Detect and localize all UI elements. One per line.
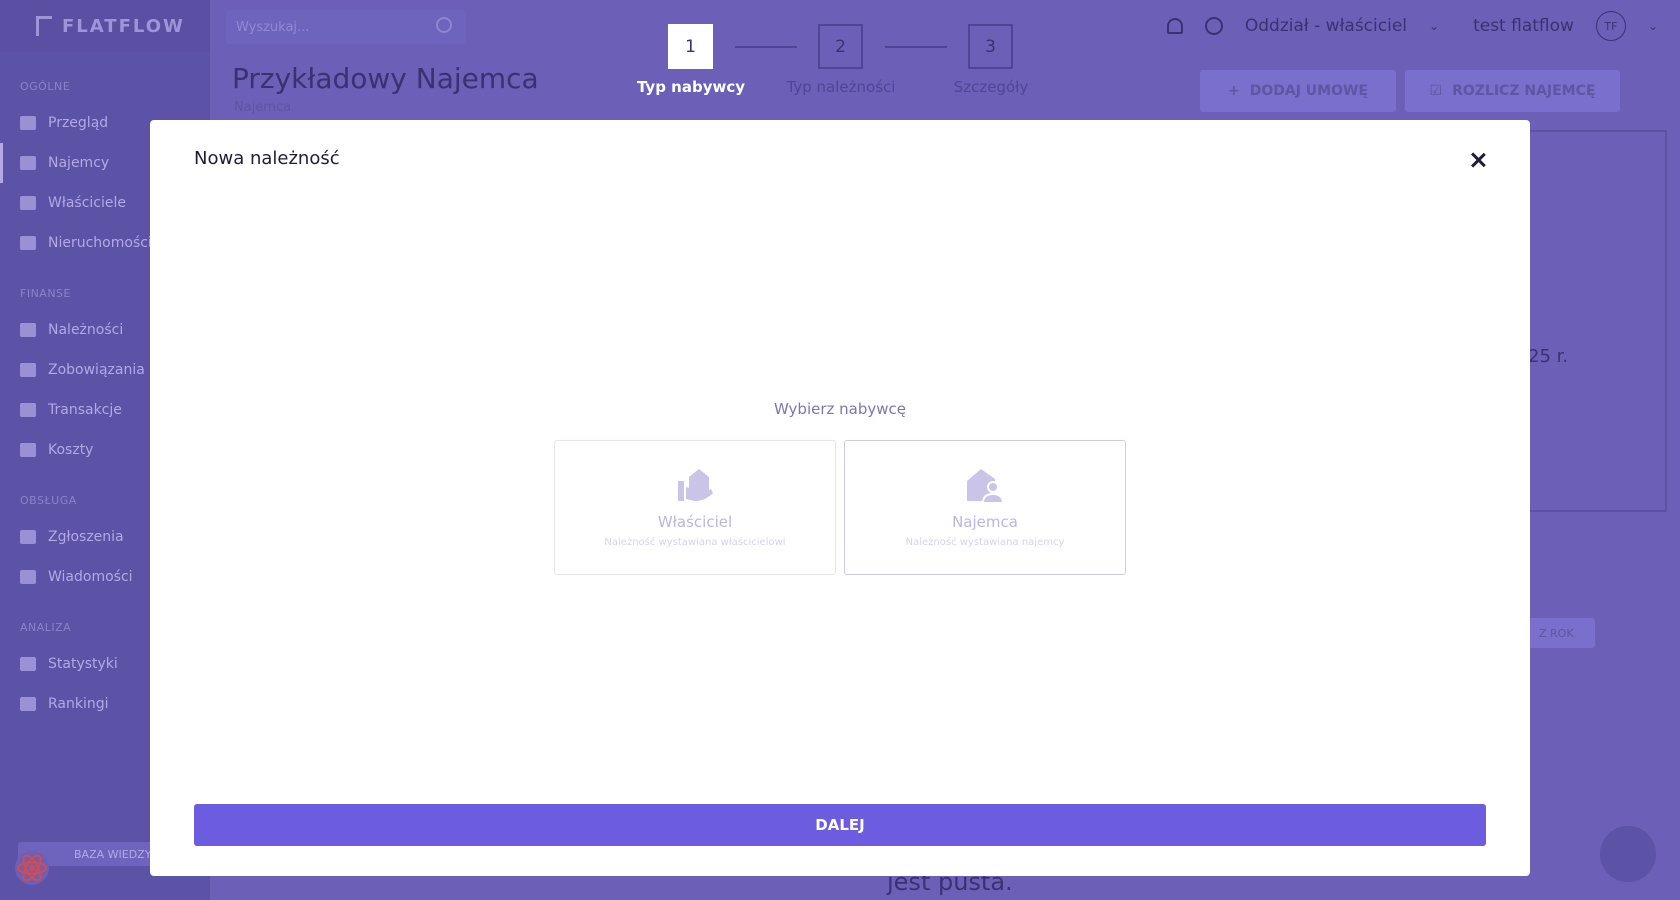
- logo-text: FLATFLOW: [62, 15, 185, 37]
- option-description: Należność wystawiana najemcy: [905, 537, 1065, 548]
- branch-selector[interactable]: Oddział - właściciel: [1245, 16, 1407, 36]
- stats-icon: [20, 657, 36, 671]
- step-number: 1: [668, 24, 713, 69]
- chevron-down-icon[interactable]: ⌄: [1648, 19, 1658, 33]
- stepper: 1 Typ nabywcy 2 Typ należności 3 Szczegó…: [637, 24, 1040, 100]
- tools-icon: [20, 530, 36, 544]
- sidebar-item-label: Nieruchomości: [48, 235, 152, 251]
- step-connector: [885, 46, 947, 48]
- page-subtitle: Najemca: [234, 100, 292, 115]
- tenants-icon: [20, 156, 36, 170]
- sidebar-item-label: Statystyki: [48, 656, 118, 672]
- sidebar-item-label: Zobowiązania: [48, 362, 145, 378]
- option-title: Właściciel: [657, 513, 733, 531]
- option-tenant[interactable]: Najemca Należność wystawiana najemcy: [844, 440, 1126, 575]
- step-label: Typ nabywcy: [636, 78, 746, 96]
- add-contract-button[interactable]: + DODAJ UMOWĘ: [1200, 70, 1396, 112]
- sidebar-item-label: Zgłoszenia: [48, 529, 124, 545]
- step-2: 2 Typ należności: [787, 24, 895, 96]
- owner-icon: [678, 469, 713, 501]
- user-name[interactable]: test flatflow: [1473, 16, 1574, 36]
- add-contract-label: DODAJ UMOWĘ: [1249, 83, 1368, 99]
- page-title: Przykładowy Najemca: [232, 62, 539, 95]
- rankings-icon: [20, 697, 36, 711]
- close-icon[interactable]: [1464, 146, 1492, 174]
- step-number: 2: [818, 24, 863, 69]
- sidebar-item-label: Właściciele: [48, 195, 126, 211]
- avatar[interactable]: TF: [1595, 11, 1626, 41]
- step-3: 3 Szczegóły: [954, 24, 1028, 96]
- buyer-options: Właściciel Należność wystawiana właścici…: [554, 440, 1126, 575]
- receivables-icon: [20, 323, 36, 337]
- support-chat-button[interactable]: [1600, 826, 1656, 882]
- modal-title: Nowa należność: [194, 148, 340, 169]
- logo-icon: [36, 16, 52, 36]
- step-label: Szczegóły: [953, 78, 1029, 96]
- sidebar-section-general: OGÓLNE: [20, 80, 71, 93]
- properties-icon: [20, 236, 36, 250]
- settle-tenant-label: ROZLICZ NAJEMCĘ: [1452, 83, 1596, 99]
- search-icon[interactable]: [436, 17, 452, 33]
- year-filter[interactable]: Z ROK: [1525, 618, 1595, 648]
- mail-icon: [20, 570, 36, 584]
- step-1: 1 Typ nabywcy: [637, 24, 745, 96]
- tenant-icon: [967, 469, 1005, 504]
- step-label: Typ należności: [786, 78, 896, 96]
- plus-icon: +: [1227, 83, 1240, 99]
- option-title: Najemca: [952, 513, 1018, 531]
- sidebar-item-label: Przegląd: [48, 115, 109, 131]
- search-input[interactable]: Wyszukaj...: [226, 10, 466, 44]
- check-icon: ☑: [1429, 83, 1443, 99]
- transactions-icon: [20, 403, 36, 417]
- bell-icon[interactable]: [1166, 18, 1183, 34]
- overview-icon: [20, 116, 36, 130]
- sidebar-item-label: Wiadomości: [48, 569, 133, 585]
- owners-icon: [20, 196, 36, 210]
- step-number: 3: [968, 24, 1013, 69]
- costs-icon: [20, 443, 36, 457]
- sidebar-item-label: Należności: [48, 322, 124, 338]
- choose-buyer-label: Wybierz nabywcę: [773, 400, 906, 418]
- chevron-down-icon[interactable]: ⌄: [1429, 19, 1439, 33]
- sidebar-item-label: Rankingi: [48, 696, 109, 712]
- sidebar-item-label: Transakcje: [48, 402, 122, 418]
- react-devtools-icon[interactable]: [12, 848, 52, 888]
- new-receivable-modal: Nowa należność Wybierz nabywcę Właścicie…: [150, 120, 1530, 876]
- sidebar-item-label: Koszty: [48, 442, 94, 458]
- step-connector: [735, 46, 797, 48]
- next-button[interactable]: DALEJ: [194, 804, 1486, 846]
- sidebar-item-label: Najemcy: [48, 155, 110, 171]
- settle-tenant-button[interactable]: ☑ ROZLICZ NAJEMCĘ: [1405, 70, 1620, 112]
- settings-icon[interactable]: [1204, 17, 1223, 35]
- liabilities-icon: [20, 363, 36, 377]
- date-text: 25 r.: [1528, 346, 1569, 367]
- option-owner[interactable]: Właściciel Należność wystawiana właścici…: [554, 440, 836, 575]
- app-logo[interactable]: FLATFLOW: [0, 0, 210, 52]
- option-description: Należność wystawiana właścicielowi: [604, 537, 786, 548]
- contract-card: [1525, 130, 1667, 512]
